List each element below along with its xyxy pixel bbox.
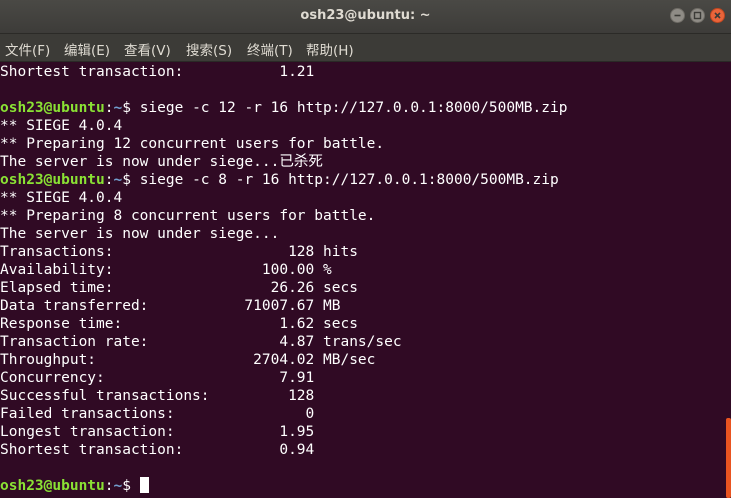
prompt-user: osh23@ubuntu — [0, 478, 105, 494]
prompt-user: osh23@ubuntu — [0, 172, 105, 188]
close-icon — [714, 12, 721, 19]
output-line: ** Preparing 12 concurrent users for bat… — [0, 136, 385, 152]
output-line: Availability: 100.00 % — [0, 262, 332, 278]
prompt-path: ~ — [113, 100, 123, 116]
output-line: Shortest transaction: 0.94 — [0, 442, 315, 458]
output-line: Response time: 1.62 secs — [0, 316, 358, 332]
prompt-path: ~ — [113, 478, 123, 494]
close-button[interactable] — [710, 8, 725, 23]
menu-bar: 文件(F) 编辑(E) 查看(V) 搜索(S) 终端(T) 帮助(H) — [0, 34, 731, 62]
output-line: Throughput: 2704.02 MB/sec — [0, 352, 376, 368]
prompt-user: osh23@ubuntu — [0, 100, 105, 116]
terminal-lines: Shortest transaction: 1.21 osh23@ubuntu:~… — [0, 63, 567, 495]
output-line: The server is now under siege... — [0, 226, 280, 242]
output-line: Elapsed time: 26.26 secs — [0, 280, 358, 296]
prompt-line: osh23@ubuntu:~$ siege -c 12 -r 16 http:/… — [0, 99, 567, 117]
prompt-separator: : — [104, 100, 114, 116]
terminal-output[interactable]: Shortest transaction: 1.21 osh23@ubuntu:~… — [0, 62, 725, 498]
output-line: ** Preparing 8 concurrent users for batt… — [0, 208, 376, 224]
prompt-separator: : — [104, 478, 114, 494]
minimize-icon — [674, 14, 681, 17]
terminal-window: osh23@ubuntu: ~ 文件(F) 编辑(E) 查看(V) 搜索(S) … — [0, 0, 731, 498]
output-line: ** SIEGE 4.0.4 — [0, 118, 123, 134]
prompt-separator: : — [104, 172, 114, 188]
scrollbar-thumb[interactable] — [726, 418, 731, 498]
output-line: Longest transaction: 1.95 — [0, 424, 315, 440]
title-bar[interactable]: osh23@ubuntu: ~ — [0, 0, 731, 34]
menu-help[interactable]: 帮助(H) — [306, 39, 354, 59]
scrollbar[interactable] — [725, 62, 731, 498]
prompt-symbol: $ — [122, 478, 140, 494]
text-cursor — [139, 477, 149, 493]
output-line: Concurrency: 7.91 — [0, 370, 315, 386]
window-title: osh23@ubuntu: ~ — [300, 8, 431, 23]
output-line: The server is now under siege...已杀死 — [0, 154, 323, 170]
output-line: Failed transactions: 0 — [0, 406, 315, 422]
output-line: Shortest transaction: 1.21 — [0, 64, 315, 80]
command-text: siege -c 12 -r 16 http://127.0.0.1:8000/… — [139, 100, 568, 116]
minimize-button[interactable] — [670, 8, 685, 23]
menu-file[interactable]: 文件(F) — [5, 39, 50, 59]
output-line: Successful transactions: 128 — [0, 388, 315, 404]
menu-edit[interactable]: 编辑(E) — [64, 39, 110, 59]
prompt-symbol: $ — [122, 100, 140, 116]
output-line: Transaction rate: 4.87 trans/sec — [0, 334, 402, 350]
command-text: siege -c 8 -r 16 http://127.0.0.1:8000/5… — [139, 172, 559, 188]
menu-terminal[interactable]: 终端(T) — [247, 39, 293, 59]
output-line: Data transferred: 71007.67 MB — [0, 298, 341, 314]
prompt-line: osh23@ubuntu:~$ siege -c 8 -r 16 http://… — [0, 171, 567, 189]
prompt-line: osh23@ubuntu:~$ — [0, 477, 567, 495]
menu-view[interactable]: 查看(V) — [124, 39, 171, 59]
output-line: Transactions: 128 hits — [0, 244, 358, 260]
maximize-button[interactable] — [690, 8, 705, 23]
output-line: ** SIEGE 4.0.4 — [0, 190, 123, 206]
prompt-symbol: $ — [122, 172, 140, 188]
maximize-icon — [693, 11, 702, 20]
menu-search[interactable]: 搜索(S) — [186, 39, 232, 59]
prompt-path: ~ — [113, 172, 123, 188]
